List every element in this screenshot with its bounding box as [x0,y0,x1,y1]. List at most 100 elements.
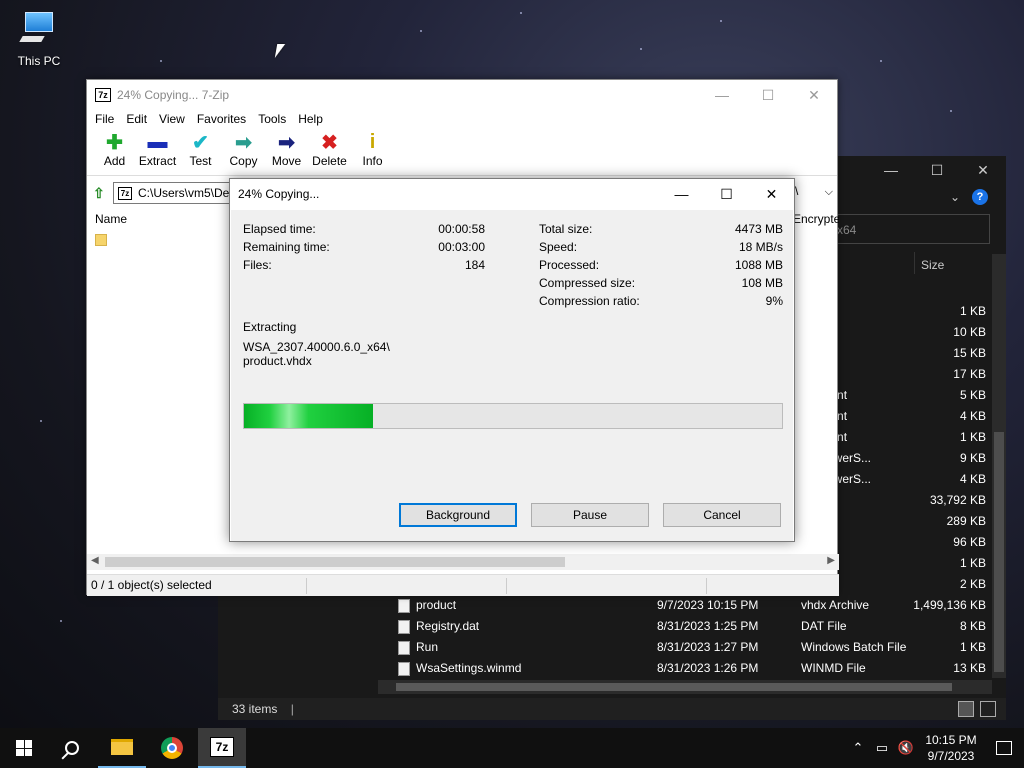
taskbar-file-explorer[interactable] [98,728,146,768]
toolbar-move-button[interactable]: ➡ Move [265,130,308,175]
size-column-header[interactable]: Size [914,252,986,274]
file-size: 1,499,136 KB [913,598,986,612]
file-size: 1 KB [959,640,986,654]
stat-value: 18 MB/s [738,240,783,254]
file-icon [398,662,410,676]
scroll-right-icon[interactable]: ▶ [827,555,835,566]
explorer-horizontal-scrollbar[interactable] [378,680,992,694]
minimize-button[interactable]: — [699,80,745,110]
test-icon: ✔ [192,131,209,154]
encrypted-column-header[interactable]: Encrypted [793,212,839,226]
taskbar: 7z ⌃ ▭ 🔇 10:15 PM 9/7/2023 [0,728,1024,768]
toolbar-label: Extract [138,154,177,168]
toolbar-label: Copy [229,154,258,168]
current-file-path: WSA_2307.40000.6.0_x64\ [243,340,390,354]
file-size: 9 KB [959,451,986,465]
menu-view[interactable]: View [153,110,191,130]
menu-edit[interactable]: Edit [120,110,153,130]
file-size: 17 KB [953,367,986,381]
menu-file[interactable]: File [89,110,120,130]
toolbar-add-button[interactable]: ✚ Add [93,130,136,175]
file-size: 13 KB [953,661,986,675]
toolbar-label: Add [103,154,126,168]
path-dropdown-chevron-icon[interactable]: ⌵ [825,186,833,199]
extract-icon: ▬ [147,130,168,153]
copying-progress-dialog: 24% Copying... — ☐ ✕ Extracting WSA_2307… [229,178,795,542]
menu-help[interactable]: Help [292,110,329,130]
stat-value: 184 [464,258,485,272]
network-icon[interactable]: ▭ [870,740,894,756]
status-bar: 0 / 1 object(s) selected [87,574,839,596]
file-size: 96 KB [953,535,986,549]
file-size: 289 KB [946,514,986,528]
start-button[interactable] [0,728,48,768]
list-item[interactable]: Run 8/31/2023 1:27 PM Windows Batch File 1 … [378,637,988,658]
stat-label: Compression ratio: [539,294,640,308]
help-icon[interactable]: ? [972,189,988,205]
taskbar-7zip[interactable]: 7z [198,728,246,768]
file-size: 4 KB [959,409,986,423]
file-type: Windows Batch File [801,640,907,654]
explorer-vertical-scrollbar[interactable] [992,254,1006,678]
dialog-minimize-button[interactable]: — [659,179,704,209]
stat-label: Speed: [539,240,578,254]
menu-favorites[interactable]: Favorites [191,110,252,130]
explorer-maximize-button[interactable]: ☐ [914,156,960,184]
file-size: 1 KB [959,430,986,444]
file-name: product [416,598,457,612]
menu-tools[interactable]: Tools [252,110,292,130]
stat-value: 108 MB [741,276,783,290]
toolbar-label: Move [271,154,302,168]
toolbar-test-button[interactable]: ✔ Test [179,130,222,175]
notification-center-button[interactable] [984,741,1024,755]
toolbar-extract-button[interactable]: ▬ Extract [136,130,179,175]
close-button[interactable]: ✕ [791,80,837,110]
large-icons-view-button[interactable] [980,701,996,717]
background-button[interactable]: Background [399,503,517,527]
stat-label: Total size: [539,222,593,236]
dialog-maximize-button[interactable]: ☐ [704,179,749,209]
progress-bar [243,403,783,429]
list-item[interactable]: product 9/7/2023 10:15 PM vhdx Archive 1,49… [378,595,988,616]
name-column-header[interactable]: Name [95,212,127,226]
explorer-close-button[interactable]: ✕ [960,156,1006,184]
ribbon-expand-chevron-icon[interactable]: ⌄ [950,190,960,204]
cancel-button[interactable]: Cancel [663,503,781,527]
current-file-name: product.vhdx [243,354,312,368]
pause-button[interactable]: Pause [531,503,649,527]
details-view-button[interactable] [958,701,974,717]
toolbar-delete-button[interactable]: ✖ Delete [308,130,351,175]
search-button[interactable] [48,728,96,768]
file-icon [398,620,410,634]
add-icon: ✚ [106,131,123,154]
maximize-button[interactable]: ☐ [745,80,791,110]
explorer-search-input[interactable]: x64 [830,214,990,244]
copy-icon: ➡ [235,131,252,154]
system-clock[interactable]: 10:15 PM 9/7/2023 [918,732,984,764]
this-pc-desktop-icon[interactable]: This PC [12,8,66,68]
stat-value: 00:03:00 [438,240,485,254]
dialog-close-button[interactable]: ✕ [749,179,794,209]
toolbar-copy-button[interactable]: ➡ Copy [222,130,265,175]
list-item[interactable]: Registry.dat 8/31/2023 1:25 PM DAT File 8 K… [378,616,988,637]
volume-muted-icon[interactable]: 🔇 [894,740,918,756]
taskbar-chrome[interactable] [148,728,196,768]
list-item[interactable]: WsaSettings.winmd 8/31/2023 1:26 PM WINMD … [378,658,988,679]
explorer-minimize-button[interactable]: — [868,156,914,184]
toolbar-label: Info [362,154,383,168]
chrome-icon [161,737,183,759]
show-hidden-icons-chevron-icon[interactable]: ⌃ [846,740,870,756]
folder-icon [111,739,133,755]
up-folder-icon[interactable]: ⇧ [93,185,109,201]
scroll-left-icon[interactable]: ◀ [91,555,99,566]
desktop-icon-label: This PC [17,54,61,68]
file-icon [398,599,410,613]
file-date: 8/31/2023 1:25 PM [657,619,759,633]
horizontal-scrollbar[interactable]: ◀ ▶ [87,554,839,570]
file-date: 8/31/2023 1:27 PM [657,640,759,654]
file-icon [398,641,410,655]
toolbar-info-button[interactable]: i Info [351,130,394,175]
folder-icon[interactable] [95,234,107,246]
file-name: Registry.dat [416,619,480,633]
file-date: 8/31/2023 1:26 PM [657,661,759,675]
